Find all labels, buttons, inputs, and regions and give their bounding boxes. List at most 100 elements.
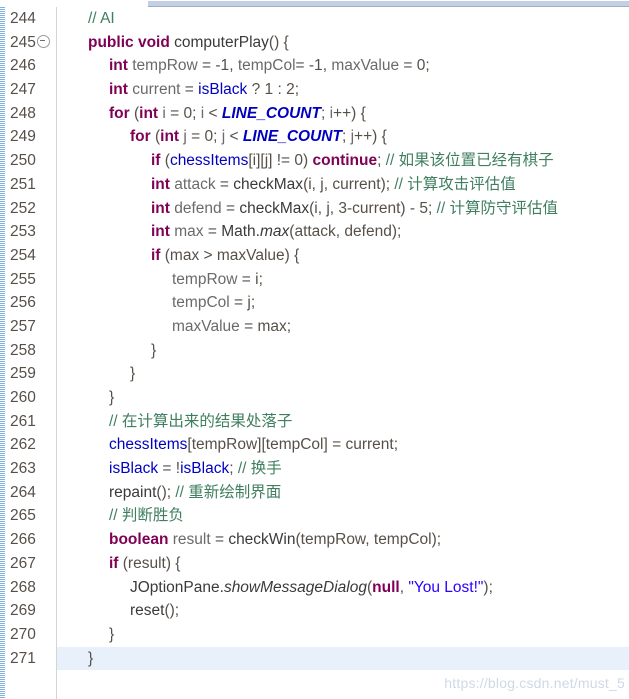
code-token-field: isBlack xyxy=(198,81,248,99)
line-number[interactable]: 269 xyxy=(6,599,56,623)
line-number-value: 244 xyxy=(10,10,36,27)
line-number[interactable]: 248 xyxy=(6,102,56,126)
line-number[interactable]: 267 xyxy=(6,552,56,576)
code-line[interactable]: int defend = checkMax(i, j, 3-current) -… xyxy=(57,197,629,221)
code-line[interactable]: // 在计算出来的结果处落子 xyxy=(57,410,629,434)
code-token-kw: int xyxy=(151,175,170,193)
code-token-plain: ; xyxy=(229,460,238,478)
line-number[interactable]: 249 xyxy=(6,125,56,149)
code-token-ident: tempCol xyxy=(237,57,296,75)
code-line[interactable]: int tempRow = -1, tempCol= -1, maxValue … xyxy=(57,54,629,78)
code-line-content: } xyxy=(67,365,135,382)
code-token-plain: = xyxy=(203,223,222,241)
code-line-content: if (max > maxValue) { xyxy=(67,247,299,264)
line-number[interactable]: 250 xyxy=(6,149,56,173)
code-token-ident: maxValue xyxy=(172,317,240,335)
code-line[interactable]: for (int i = 0; i < LINE_COUNT; i++) { xyxy=(57,102,629,126)
code-token-plain: } xyxy=(88,649,94,667)
line-number[interactable]: 263 xyxy=(6,457,56,481)
code-token-plain: < xyxy=(204,104,222,122)
code-token-plain: ; xyxy=(425,57,430,75)
code-line[interactable]: if (max > maxValue) { xyxy=(57,244,629,268)
code-token-plain: : xyxy=(273,81,287,99)
code-line[interactable]: tempRow = i; xyxy=(57,268,629,292)
line-number[interactable]: 254 xyxy=(6,244,56,268)
code-token-plain: ; xyxy=(427,199,437,217)
line-number[interactable]: 256 xyxy=(6,291,56,315)
line-number[interactable]: 252 xyxy=(6,197,56,221)
code-line[interactable]: for (int j = 0; j < LINE_COUNT; j++) { xyxy=(57,125,629,149)
code-line[interactable]: isBlack = !isBlack; // 换手 xyxy=(57,457,629,481)
line-number[interactable]: 255 xyxy=(6,268,56,292)
code-line[interactable]: } xyxy=(57,623,629,647)
line-number[interactable]: 257 xyxy=(6,315,56,339)
code-token-ident: defend xyxy=(174,199,222,217)
line-number[interactable]: 251 xyxy=(6,173,56,197)
line-number[interactable]: 268 xyxy=(6,576,56,600)
code-line-content: JOptionPane.showMessageDialog(null, "You… xyxy=(67,579,493,596)
code-line[interactable]: if (chessItems[i][j] != 0) continue; // … xyxy=(57,149,629,173)
line-number[interactable]: 244 xyxy=(6,7,56,31)
code-line[interactable]: } xyxy=(57,339,629,363)
code-token-plain: ++) { xyxy=(354,128,387,146)
line-number[interactable]: 266 xyxy=(6,528,56,552)
collapse-minus-circle-icon[interactable] xyxy=(36,35,50,49)
code-line[interactable]: } xyxy=(57,646,629,671)
code-line[interactable]: // AI xyxy=(57,7,629,31)
code-line[interactable]: reset(); xyxy=(57,599,629,623)
code-token-plain: (tempRow, tempCol); xyxy=(295,531,442,549)
code-line-content: // AI xyxy=(67,10,115,27)
line-number[interactable]: 259 xyxy=(6,362,56,386)
code-token-plain: = xyxy=(197,57,216,75)
code-line[interactable]: } xyxy=(57,386,629,410)
line-number[interactable]: 258 xyxy=(6,339,56,363)
code-line[interactable]: boolean result = checkWin(tempRow, tempC… xyxy=(57,528,629,552)
code-token-plain: = xyxy=(210,531,229,549)
code-line[interactable]: chessItems[tempRow][tempCol] = current; xyxy=(57,433,629,457)
line-number[interactable]: 261 xyxy=(6,410,56,434)
code-line[interactable]: if (result) { xyxy=(57,552,629,576)
code-line[interactable]: int current = isBlack ? 1 : 2; xyxy=(57,78,629,102)
code-line[interactable]: maxValue = max; xyxy=(57,315,629,339)
editor-tab-strip xyxy=(0,0,629,7)
line-number-value: 254 xyxy=(10,246,36,264)
line-number[interactable]: 262 xyxy=(6,433,56,457)
code-line-content: boolean result = checkWin(tempRow, tempC… xyxy=(67,531,441,548)
code-token-plain: = max; xyxy=(239,317,292,335)
code-token-field: isBlack xyxy=(109,460,159,478)
code-text-region[interactable]: // AI public void computerPlay() { int tem… xyxy=(57,7,629,699)
code-token-plain: , xyxy=(229,57,238,75)
line-number-gutter[interactable]: 244 245 246 247 248 249 250 251 252 253 254 255 256 2… xyxy=(6,7,57,699)
line-number-value: 264 xyxy=(10,483,36,501)
code-token-smethod: max xyxy=(259,223,290,241)
code-line[interactable]: public void computerPlay() { xyxy=(57,31,629,55)
editor-code-area[interactable]: 244 245 246 247 248 249 250 251 252 253 254 255 256 2… xyxy=(0,7,629,699)
code-line[interactable]: repaint(); // 重新绘制界面 xyxy=(57,481,629,505)
line-number[interactable]: 246 xyxy=(6,54,56,78)
code-line[interactable]: int attack = checkMax(i, j, current); //… xyxy=(57,173,629,197)
code-line[interactable]: JOptionPane.showMessageDialog(null, "You… xyxy=(57,576,629,600)
line-number[interactable]: 271 xyxy=(6,647,56,671)
line-number[interactable]: 253 xyxy=(6,220,56,244)
line-number-value: 269 xyxy=(10,602,36,620)
line-number[interactable]: 270 xyxy=(6,623,56,647)
code-token-cmt: // AI xyxy=(88,10,115,27)
code-line[interactable]: } xyxy=(57,362,629,386)
code-line-content: int defend = checkMax(i, j, 3-current) -… xyxy=(67,200,558,217)
code-line-content: int tempRow = -1, tempCol= -1, maxValue … xyxy=(67,57,430,74)
line-number[interactable]: 264 xyxy=(6,481,56,505)
line-number[interactable]: 265 xyxy=(6,504,56,528)
line-number[interactable]: 260 xyxy=(6,386,56,410)
code-line[interactable]: // 判断胜负 xyxy=(57,504,629,528)
line-number[interactable]: 247 xyxy=(6,78,56,102)
line-number-value: 259 xyxy=(10,365,36,383)
code-token-num: 5 xyxy=(419,199,428,217)
code-line-content: for (int i = 0; i < LINE_COUNT; i++) { xyxy=(67,105,366,122)
code-token-num: 0 xyxy=(204,128,214,146)
code-line[interactable]: tempCol = j; xyxy=(57,291,629,315)
code-line[interactable]: int max = Math.max(attack, defend); xyxy=(57,220,629,244)
line-number[interactable]: 245 xyxy=(6,31,56,55)
code-line-content: } xyxy=(67,626,114,643)
code-token-cmt: // 如果该位置已经有棋子 xyxy=(385,152,554,170)
code-token-ident: current xyxy=(132,81,181,99)
